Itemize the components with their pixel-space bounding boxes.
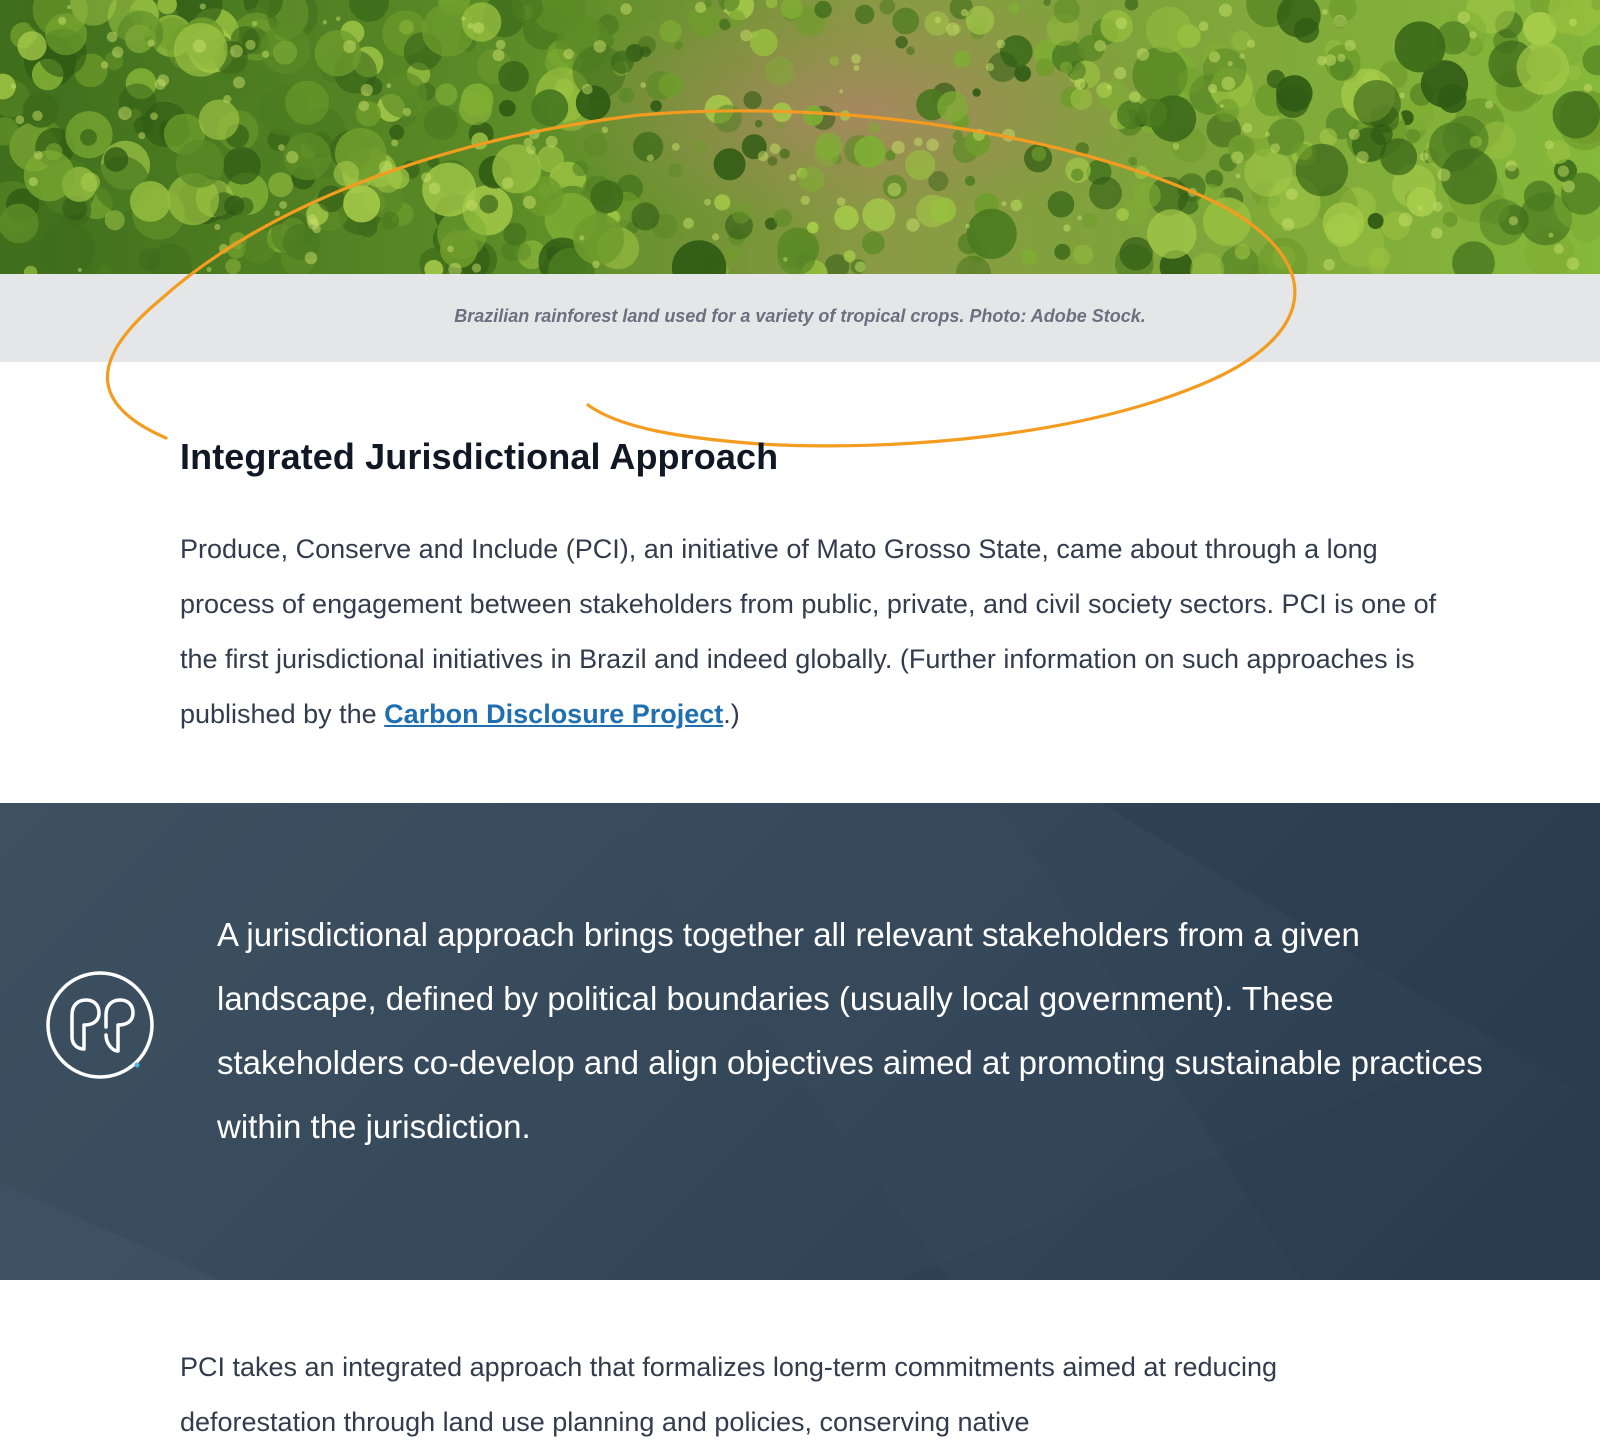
quote-band: A jurisdictional approach brings togethe… (0, 803, 1600, 1280)
quote-text: A jurisdictional approach brings togethe… (217, 903, 1517, 1159)
intro-paragraph: Produce, Conserve and Include (PCI), an … (180, 522, 1440, 742)
section-heading: Integrated Jurisdictional Approach (180, 436, 1440, 478)
photo-caption: Brazilian rainforest land used for a var… (0, 306, 1600, 327)
intro-section: Integrated Jurisdictional Approach Produ… (180, 436, 1440, 742)
hero-photo (0, 0, 1600, 274)
carbon-disclosure-project-link[interactable]: Carbon Disclosure Project (384, 699, 723, 729)
rainforest-aerial-image (0, 0, 1600, 274)
photo-caption-bar: Brazilian rainforest land used for a var… (0, 274, 1600, 362)
quote-marks-icon (44, 969, 156, 1081)
intro-paragraph-end: .) (723, 699, 740, 729)
intro-paragraph-text: Produce, Conserve and Include (PCI), an … (180, 534, 1436, 729)
